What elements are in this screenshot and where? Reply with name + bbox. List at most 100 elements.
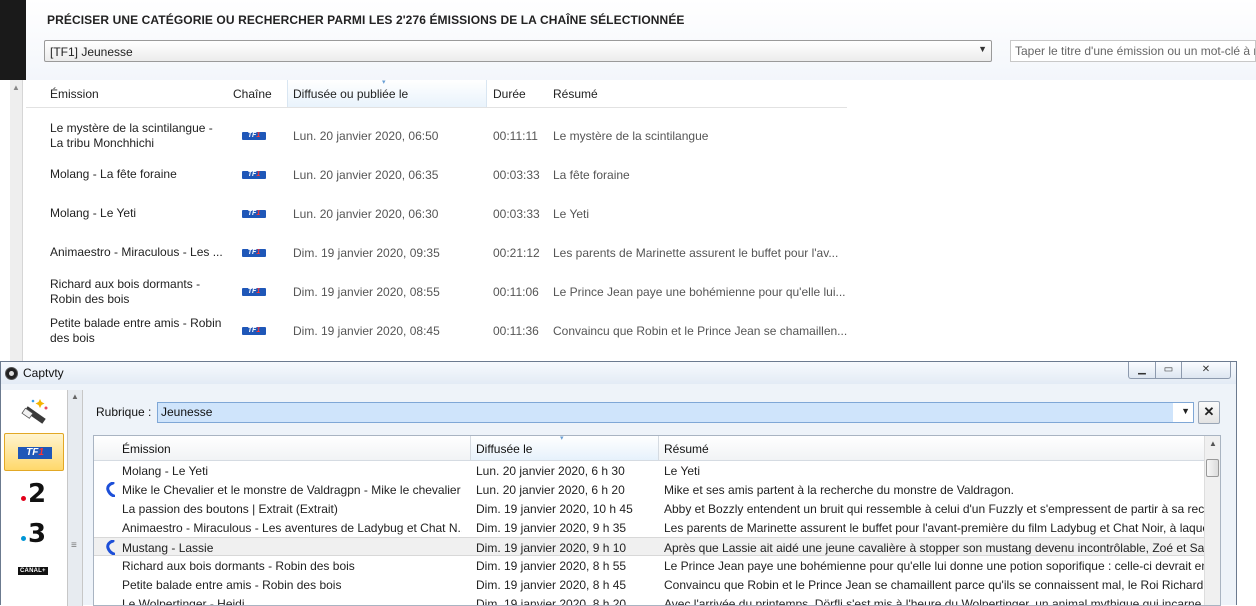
row-title: Mustang - Lassie	[122, 541, 214, 555]
scroll-up-icon[interactable]: ▲	[1209, 439, 1217, 448]
list-item-summary: Les parents de Marinette assurent le buf…	[553, 246, 839, 260]
list-item-duration: 00:11:36	[493, 324, 539, 338]
sort-indicator-icon: ▾	[382, 79, 386, 86]
channel-tools[interactable]	[4, 392, 64, 430]
scroll-up-icon[interactable]: ▲	[12, 83, 20, 92]
tf1-logo-icon: TF1	[18, 447, 52, 459]
list-item-date: Dim. 19 janvier 2020, 08:55	[293, 285, 440, 299]
list-item-date: Lun. 20 janvier 2020, 06:50	[293, 129, 439, 143]
window-titlebar[interactable]: Captvty ▁ ▭ ✕	[1, 362, 1236, 384]
close-button[interactable]: ✕	[1181, 362, 1231, 379]
column-header-emission[interactable]: Émission	[50, 87, 99, 101]
clear-rubrique-button[interactable]: ✕	[1198, 401, 1220, 424]
table-row[interactable]: Animaestro - Miraculous - Les aventures …	[94, 518, 1204, 537]
column-header-resume[interactable]: Résumé	[664, 442, 709, 456]
list-item-duration: 00:11:11	[493, 129, 538, 143]
row-date: Dim. 19 janvier 2020, 9 h 35	[476, 521, 627, 535]
minimize-button[interactable]: ▁	[1128, 362, 1156, 379]
rubrique-select-value: Jeunesse	[158, 403, 1173, 422]
tf1-logo-icon: TF1	[242, 288, 266, 296]
list-item-summary: Le Yeti	[553, 207, 590, 221]
row-summary: Les parents de Marinette assurent le buf…	[664, 521, 1204, 535]
list-item-duration: 00:11:06	[493, 285, 539, 299]
table-row[interactable]: Petite balade entre amis - Robin des boi…	[94, 575, 1204, 594]
tf1-logo-icon: TF1	[242, 171, 266, 179]
list-item-date: Lun. 20 janvier 2020, 06:35	[293, 168, 439, 182]
list-item-summary: Convaincu que Robin et le Prince Jean se…	[553, 324, 848, 338]
rubrique-label: Rubrique :	[96, 405, 152, 419]
row-summary: Le Yeti	[664, 464, 701, 478]
table-row[interactable]: Mike le Chevalier et le monstre de Valdr…	[94, 480, 1204, 499]
channel-sidebar: TF1 2 3 CANAL+	[1, 390, 68, 606]
row-date: Dim. 19 janvier 2020, 8 h 55	[476, 559, 627, 573]
channel-canal-plus[interactable]: CANAL+	[4, 555, 64, 593]
column-header-resume[interactable]: Résumé	[553, 87, 598, 101]
row-summary: Abby et Bozzly entendent un bruit qui re…	[664, 502, 1204, 516]
list-item-summary: La fête foraine	[553, 168, 630, 182]
tf1-logo-icon: TF1	[242, 249, 266, 257]
table-row[interactable]: Molang - Le Yeti Lun. 20 janvier 2020, 6…	[94, 461, 1204, 480]
tf1-logo-icon: TF1	[242, 132, 266, 140]
row-date: Lun. 20 janvier 2020, 6 h 30	[476, 464, 625, 478]
channel-france2[interactable]: 2	[4, 476, 64, 514]
column-header-duree[interactable]: Durée	[493, 87, 526, 101]
list-item-summary: Le mystère de la scintilangue	[553, 129, 709, 143]
maximize-button[interactable]: ▭	[1155, 362, 1182, 379]
background-scrollbar[interactable]	[10, 80, 23, 380]
list-item-duration: 00:21:12	[493, 246, 540, 260]
scrollbar-thumb[interactable]	[1206, 459, 1219, 477]
category-select-value: [TF1] Jeunesse	[50, 45, 133, 59]
row-summary: Le Prince Jean paye une bohémienne pour …	[664, 559, 1204, 573]
bookmark-flag-icon	[106, 540, 115, 555]
splitter-grip-icon[interactable]: ≡	[71, 540, 77, 551]
list-item-title[interactable]: Molang - Le Yeti	[50, 206, 225, 221]
france2-dot-icon	[21, 496, 26, 501]
chevron-down-icon: ▼	[1181, 406, 1190, 416]
channel-tf1[interactable]: TF1	[4, 433, 64, 471]
tf1-logo-icon: TF1	[242, 210, 266, 218]
background-heading: PRÉCISER UNE CATÉGORIE OU RECHERCHER PAR…	[47, 13, 685, 27]
chevron-down-icon: ▼	[978, 44, 987, 54]
list-item-summary: Le Prince Jean paye une bohémienne pour …	[553, 285, 846, 299]
bookmark-flag-icon	[106, 482, 115, 497]
list-item-duration: 00:03:33	[493, 207, 540, 221]
scroll-up-icon[interactable]: ▲	[71, 392, 79, 401]
sort-indicator-icon: ▾	[560, 435, 564, 442]
channel-france3[interactable]: 3	[4, 516, 64, 554]
table-row[interactable]: Le Wolpertinger - Heidi Dim. 19 janvier …	[94, 594, 1204, 605]
programs-list: Émission Diffusée le ▾ Résumé Molang - L…	[93, 435, 1221, 606]
row-summary: Mike et ses amis partent à la recherche …	[664, 483, 1014, 497]
window-title: Captvty	[23, 366, 64, 380]
category-select[interactable]: [TF1] Jeunesse ▼	[44, 40, 992, 62]
app-icon	[5, 367, 18, 380]
list-item-title[interactable]: Petite balade entre amis - Robin des boi…	[50, 316, 225, 346]
row-title: Animaestro - Miraculous - Les aventures …	[122, 521, 462, 535]
search-input[interactable]: Taper le titre d'une émission ou un mot-…	[1010, 40, 1256, 62]
table-row-selected[interactable]: Mustang - Lassie Dim. 19 janvier 2020, 9…	[94, 537, 1204, 556]
column-header-diffusee[interactable]: Diffusée ou publiée le	[293, 87, 408, 101]
sidebar-scrollbar[interactable]: ▲ ≡	[68, 390, 83, 606]
france3-dot-icon	[21, 536, 26, 541]
table-row[interactable]: Richard aux bois dormants - Robin des bo…	[94, 556, 1204, 575]
list-item-title[interactable]: Molang - La fête foraine	[50, 167, 225, 182]
column-header-chaine[interactable]: Chaîne	[233, 87, 272, 101]
list-item-title[interactable]: Le mystère de la scintilangue - La tribu…	[50, 121, 225, 151]
list-item-duration: 00:03:33	[493, 168, 540, 182]
row-title: Molang - Le Yeti	[122, 464, 209, 478]
column-header-emission[interactable]: Émission	[122, 442, 171, 456]
list-item-date: Dim. 19 janvier 2020, 09:35	[293, 246, 440, 260]
rubrique-select[interactable]: Jeunesse ▼	[157, 402, 1194, 423]
table-row[interactable]: La passion des boutons | Extrait (Extrai…	[94, 499, 1204, 518]
france3-logo: 3	[28, 519, 47, 549]
row-date: Dim. 19 janvier 2020, 9 h 10	[476, 541, 627, 555]
tf1-logo-icon: TF1	[242, 327, 266, 335]
canal-plus-logo: CANAL+	[18, 567, 48, 575]
column-header-diffusee[interactable]: Diffusée le	[476, 442, 532, 456]
captvty-window: Captvty ▁ ▭ ✕ TF1 2 3 CANAL+ ▲ ≡ Rubriqu…	[0, 361, 1237, 606]
magic-wand-icon	[21, 399, 48, 424]
list-scrollbar[interactable]: ▲	[1204, 436, 1220, 605]
list-item-date: Dim. 19 janvier 2020, 08:45	[293, 324, 440, 338]
list-item-title[interactable]: Richard aux bois dormants - Robin des bo…	[50, 277, 210, 307]
row-title: Richard aux bois dormants - Robin des bo…	[122, 559, 355, 573]
list-item-title[interactable]: Animaestro - Miraculous - Les ...	[50, 245, 225, 260]
